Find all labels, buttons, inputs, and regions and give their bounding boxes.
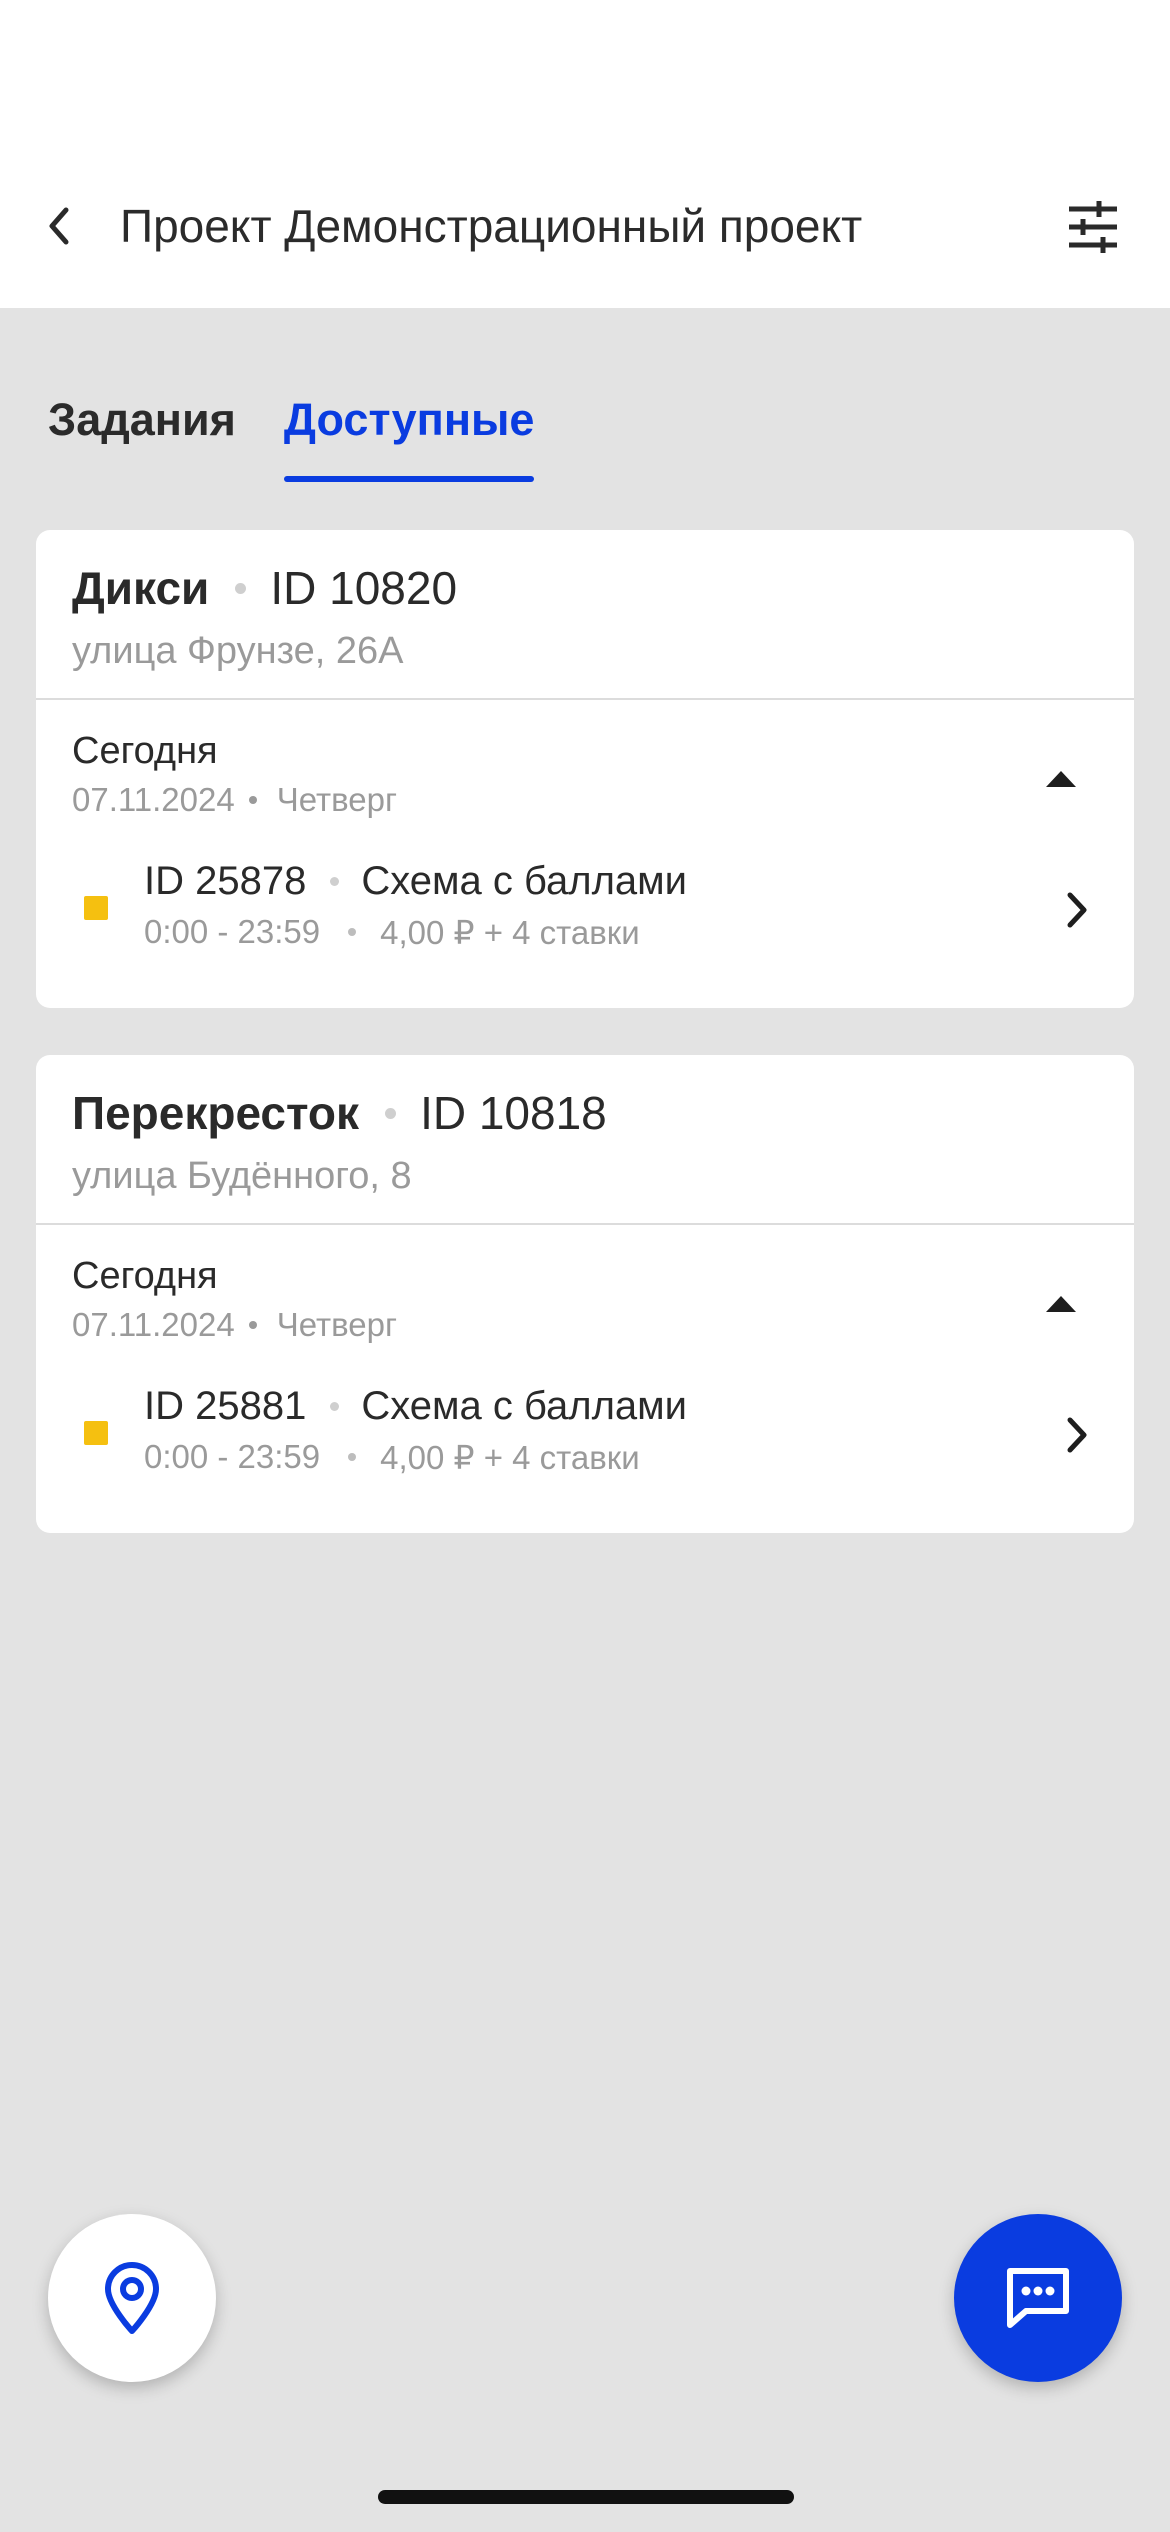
store-card: Дикси ID 10820 улица Фрунзе, 26А Сегодня… [36, 530, 1134, 1008]
task-row[interactable]: ID 25881 Схема с баллами 0:00 - 23:59 4,… [36, 1369, 1134, 1509]
filter-button[interactable] [1058, 192, 1128, 262]
store-card-header: Перекресток ID 10818 улица Будённого, 8 [36, 1055, 1134, 1225]
task-status-marker [84, 896, 108, 920]
store-card-header: Дикси ID 10820 улица Фрунзе, 26А [36, 530, 1134, 700]
map-button[interactable] [48, 2214, 216, 2382]
separator-dot [385, 1107, 397, 1119]
separator-dot [248, 1321, 257, 1329]
separator-dot [348, 928, 357, 936]
caret-up-icon [1046, 771, 1076, 787]
store-address: улица Будённого, 8 [72, 1155, 412, 1197]
home-indicator [378, 2490, 794, 2504]
tab-available[interactable]: Доступные [283, 380, 534, 482]
task-status-marker [84, 1421, 108, 1445]
store-card: Перекресток ID 10818 улица Будённого, 8 … [36, 1055, 1134, 1533]
collapse-button[interactable] [1036, 758, 1086, 798]
day-group-header[interactable]: Сегодня 07.11.2024 Четверг [36, 700, 1134, 844]
task-scheme: Схема с баллами [361, 1383, 688, 1428]
separator-dot [330, 1401, 340, 1411]
day-date: 07.11.2024 [72, 781, 235, 818]
day-group-header[interactable]: Сегодня 07.11.2024 Четверг [36, 1225, 1134, 1369]
open-task-button[interactable] [1052, 1405, 1102, 1465]
store-name: Перекресток [72, 1087, 360, 1139]
task-time: 0:00 - 23:59 [144, 913, 321, 950]
store-address: улица Фрунзе, 26А [72, 630, 404, 672]
app-header: Проект Демонстрационный проект [0, 0, 1170, 308]
sliders-icon [1069, 201, 1117, 253]
day-weekday: Четверг [276, 781, 397, 818]
chevron-right-icon [1067, 1417, 1087, 1453]
task-time: 0:00 - 23:59 [144, 1438, 321, 1475]
collapse-button[interactable] [1036, 1283, 1086, 1323]
chat-button[interactable] [954, 2214, 1122, 2382]
tab-tasks[interactable]: Задания [48, 380, 236, 482]
caret-up-icon [1046, 1296, 1076, 1312]
store-id: ID 10818 [420, 1087, 607, 1139]
task-scheme: Схема с баллами [361, 858, 688, 903]
page-title: Проект Демонстрационный проект [120, 200, 863, 252]
tab-bar: Задания Доступные [48, 380, 582, 482]
store-name: Дикси [72, 562, 210, 614]
chevron-left-icon [49, 207, 69, 245]
day-label: Сегодня [72, 730, 218, 772]
store-id: ID 10820 [270, 562, 458, 614]
chat-icon [1007, 2268, 1069, 2328]
separator-dot [330, 876, 340, 886]
chevron-right-icon [1067, 892, 1087, 928]
separator-dot [235, 582, 247, 594]
task-id: ID 25881 [144, 1383, 307, 1428]
map-pin-icon [105, 2262, 159, 2334]
task-price: 4,00 ₽ + 4 ставки [380, 913, 640, 951]
separator-dot [348, 1453, 357, 1461]
open-task-button[interactable] [1052, 880, 1102, 940]
task-id: ID 25878 [144, 858, 307, 903]
separator-dot [248, 796, 257, 804]
day-date: 07.11.2024 [72, 1306, 235, 1343]
task-price: 4,00 ₽ + 4 ставки [380, 1438, 640, 1476]
back-button[interactable] [32, 196, 84, 256]
day-weekday: Четверг [276, 1306, 397, 1343]
day-label: Сегодня [72, 1255, 218, 1297]
task-row[interactable]: ID 25878 Схема с баллами 0:00 - 23:59 4,… [36, 844, 1134, 984]
